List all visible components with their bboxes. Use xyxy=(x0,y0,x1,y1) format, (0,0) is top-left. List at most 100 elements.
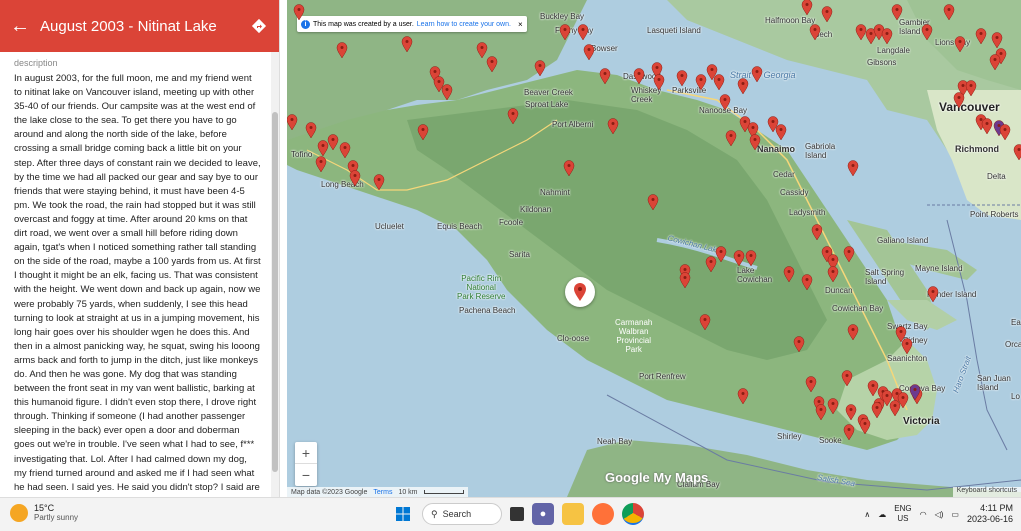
map-pin-marker[interactable] xyxy=(859,418,871,434)
map-pin-marker[interactable] xyxy=(965,80,977,96)
map-pin-marker[interactable] xyxy=(809,24,821,40)
map-pin-marker[interactable] xyxy=(401,36,413,52)
firefox-icon[interactable] xyxy=(592,503,614,525)
map-pin-marker[interactable] xyxy=(676,70,688,86)
map-pin-marker[interactable] xyxy=(953,92,965,108)
notice-link[interactable]: Learn how to create your own. xyxy=(417,21,511,28)
map-pin-marker[interactable] xyxy=(349,170,361,186)
task-view-icon[interactable] xyxy=(510,507,524,521)
weather-widget[interactable]: 15°C Partly sunny xyxy=(10,503,78,522)
map-pin-marker[interactable] xyxy=(733,250,745,266)
map-pin-marker[interactable] xyxy=(507,108,519,124)
map-pin-marker[interactable] xyxy=(827,398,839,414)
map-pin-marker[interactable] xyxy=(287,114,298,130)
map-pin-marker[interactable] xyxy=(749,134,761,150)
map-pin-marker[interactable] xyxy=(891,4,903,20)
map-pin-marker[interactable] xyxy=(563,160,575,176)
map-pin-marker[interactable] xyxy=(486,56,498,72)
scale-label[interactable]: 10 km xyxy=(398,489,417,496)
map-pin-marker[interactable] xyxy=(705,256,717,272)
keyboard-shortcuts-link[interactable]: Keyboard shortcuts xyxy=(952,487,1021,497)
map-pin-marker[interactable] xyxy=(847,324,859,340)
map-pin-marker[interactable] xyxy=(305,122,317,138)
map-pin-marker[interactable] xyxy=(801,0,813,15)
map-pin-marker[interactable] xyxy=(725,130,737,146)
map-pin-marker[interactable] xyxy=(775,124,787,140)
map-pin-marker[interactable] xyxy=(975,28,987,44)
map-pin-marker[interactable] xyxy=(843,246,855,262)
map-pin-marker[interactable] xyxy=(577,24,589,40)
map-pin-marker[interactable] xyxy=(943,4,955,20)
close-notice-icon[interactable]: × xyxy=(518,20,523,29)
wifi-icon[interactable]: ◠ xyxy=(920,510,927,519)
map-pin-marker[interactable] xyxy=(327,134,339,150)
zoom-out-button[interactable]: − xyxy=(295,464,317,486)
map-pin-marker[interactable] xyxy=(821,6,833,22)
map-pin-marker[interactable] xyxy=(713,74,725,90)
map-pin-marker[interactable] xyxy=(991,32,1003,48)
map-pin-marker[interactable] xyxy=(417,124,429,140)
map-pin-marker[interactable] xyxy=(845,404,857,420)
map-pin-marker[interactable] xyxy=(737,78,749,94)
language-indicator[interactable]: ENG US xyxy=(894,504,911,524)
map-pin-marker[interactable] xyxy=(653,74,665,90)
cloud-icon[interactable]: ☁ xyxy=(878,510,886,519)
map-pin-marker[interactable] xyxy=(751,66,763,82)
map-pin-marker[interactable] xyxy=(633,68,645,84)
map-pin-marker[interactable] xyxy=(783,266,795,282)
map[interactable]: i This map was created by a user. Learn … xyxy=(287,0,1021,497)
map-pin-marker[interactable] xyxy=(909,384,921,400)
map-pin-marker[interactable] xyxy=(805,376,817,392)
file-explorer-icon[interactable] xyxy=(562,503,584,525)
map-pin-marker[interactable] xyxy=(373,174,385,190)
clock[interactable]: 4:11 PM 2023-06-16 xyxy=(967,503,1013,525)
terms-link[interactable]: Terms xyxy=(373,489,392,496)
map-pin-marker[interactable] xyxy=(1013,144,1021,160)
map-pin-marker[interactable] xyxy=(954,36,966,52)
map-pin-marker[interactable] xyxy=(315,156,327,172)
map-pin-marker[interactable] xyxy=(827,266,839,282)
map-pin-marker[interactable] xyxy=(293,4,305,20)
chrome-icon[interactable] xyxy=(622,503,644,525)
volume-icon[interactable]: ◁) xyxy=(935,510,944,519)
map-pin-marker[interactable] xyxy=(583,44,595,60)
map-pin-marker[interactable] xyxy=(901,338,913,354)
map-pin-marker[interactable] xyxy=(433,76,445,92)
map-pin-marker[interactable] xyxy=(847,160,859,176)
battery-icon[interactable]: ▭ xyxy=(951,510,959,519)
chat-icon[interactable]: ● xyxy=(532,503,554,525)
map-pin-marker[interactable] xyxy=(647,194,659,210)
map-pin-marker[interactable] xyxy=(981,118,993,134)
chevron-up-icon[interactable]: ∧ xyxy=(864,510,870,519)
scroll-thumb[interactable] xyxy=(272,112,278,472)
map-pin-marker[interactable] xyxy=(841,370,853,386)
map-pin-marker[interactable] xyxy=(745,250,757,266)
map-pin-marker[interactable] xyxy=(679,272,691,288)
map-pin-marker[interactable] xyxy=(843,424,855,440)
map-pin-marker[interactable] xyxy=(339,142,351,158)
map-pin-marker[interactable] xyxy=(599,68,611,84)
map-pin-marker[interactable] xyxy=(719,94,731,110)
panel-scrollbar[interactable] xyxy=(271,52,279,497)
zoom-in-button[interactable]: + xyxy=(295,442,317,464)
windows-start-icon[interactable] xyxy=(392,503,414,525)
map-pin-marker[interactable] xyxy=(999,124,1011,140)
map-pin-marker[interactable] xyxy=(534,60,546,76)
map-pin-marker[interactable] xyxy=(989,54,1001,70)
map-pin-marker[interactable] xyxy=(607,118,619,134)
map-pin-marker[interactable] xyxy=(889,400,901,416)
map-pin-marker[interactable] xyxy=(793,336,805,352)
map-pin-marker[interactable] xyxy=(927,286,939,302)
map-pin-marker[interactable] xyxy=(811,224,823,240)
map-pin-marker[interactable] xyxy=(801,274,813,290)
map-pin-marker[interactable] xyxy=(699,314,711,330)
map-pin-marker[interactable] xyxy=(336,42,348,58)
map-pin-marker[interactable] xyxy=(737,388,749,404)
taskbar-search[interactable]: ⚲ Search xyxy=(422,503,502,525)
map-pin-marker[interactable] xyxy=(871,402,883,418)
map-pin-marker[interactable] xyxy=(815,404,827,420)
map-pin-marker[interactable] xyxy=(921,24,933,40)
map-pin-marker[interactable] xyxy=(881,28,893,44)
selected-pin[interactable] xyxy=(565,277,595,307)
map-pin-marker[interactable] xyxy=(559,24,571,40)
